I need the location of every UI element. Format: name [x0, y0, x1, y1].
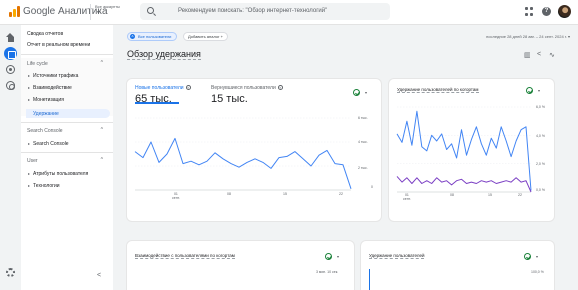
reports-icon[interactable] — [4, 47, 17, 60]
insights-icon[interactable]: ∿ — [549, 51, 555, 59]
search-bar[interactable]: Рекомендуем поискать: "Обзор интернет-те… — [140, 3, 390, 20]
x-tick-label: 15 — [488, 193, 492, 197]
new-users-line-chart[interactable] — [134, 117, 352, 191]
info-icon[interactable]: ? — [277, 85, 283, 91]
sidebar-item-retention-label[interactable]: Удержание — [33, 111, 59, 117]
returning-users-value: 15 тыс. — [211, 93, 248, 105]
y-tick-label: 4 тыс. — [358, 140, 368, 144]
date-range-picker[interactable]: последние 28 дней 28 авг. – 24 сент. 202… — [486, 34, 570, 39]
y-tick-label: 3 мин. 10 сек. — [316, 270, 339, 274]
main-content: A Все пользователи Добавить аналог + посл… — [113, 25, 578, 290]
report-icon[interactable]: ▥ — [524, 51, 531, 59]
info-icon[interactable]: ? — [185, 85, 191, 91]
x-tick-label: 22 — [518, 193, 522, 197]
check-circle-icon[interactable] — [524, 253, 531, 260]
sidebar-item-search-console[interactable]: Search Console — [28, 141, 69, 147]
check-circle-icon[interactable] — [353, 89, 360, 96]
sidebar-item-reports-snapshot[interactable]: Сводка отчетов — [27, 31, 63, 37]
sidebar-item-realtime[interactable]: Отчет в реальном времени — [27, 42, 90, 48]
tab-returning-users-label: Вернувшиеся пользователи — [211, 85, 276, 91]
check-circle-icon[interactable] — [325, 253, 332, 260]
sidebar-item-engagement[interactable]: Взаимодействие — [28, 85, 72, 91]
sidebar-item-monetization[interactable]: Монетизация — [28, 97, 64, 103]
x-tick-month: сент. — [403, 197, 411, 201]
section-header-user[interactable]: User — [27, 158, 38, 164]
x-tick-label: 15 — [283, 192, 287, 196]
new-users-value: 65 тыс. — [135, 93, 172, 105]
y-tick-label: 0,0 % — [536, 188, 545, 192]
section-header-lifecycle[interactable]: Life cycle — [27, 61, 48, 67]
divider — [90, 4, 91, 20]
y-tick-label: 100,0 % — [531, 270, 544, 274]
comparison-chip-label: Все пользователи — [138, 34, 172, 39]
check-circle-icon[interactable] — [526, 87, 533, 94]
search-icon — [147, 7, 154, 14]
chevron-up-icon[interactable]: ^ — [101, 127, 103, 133]
card-user-retention — [361, 241, 554, 290]
y-tick-label: 6,0 % — [536, 105, 545, 109]
card-engagement-cohort — [127, 241, 354, 290]
series-line-1[interactable] — [396, 176, 532, 193]
share-icon[interactable]: < — [537, 51, 541, 58]
sidebar-item-user-attributes[interactable]: Атрибуты пользователя — [28, 171, 88, 177]
cohort-retention-line-chart[interactable] — [396, 106, 532, 193]
series-line-0[interactable] — [134, 137, 352, 189]
y-tick-label: 0 — [371, 185, 373, 189]
avatar[interactable] — [558, 5, 571, 18]
divider — [21, 152, 113, 153]
reports-sidebar: Сводка отчетов Отчет в реальном времени … — [21, 25, 113, 290]
y-tick-label: 6 тыс. — [358, 116, 368, 120]
y-tick-label: 4,0 % — [536, 134, 545, 138]
sidebar-item-tech[interactable]: Технологии — [28, 183, 60, 189]
page-title: Обзор удержания — [127, 49, 201, 60]
y-tick-label: 2 тыс. — [358, 166, 368, 170]
x-tick-label: 22 — [339, 192, 343, 196]
tab-new-users-label: Новые пользователи — [135, 85, 184, 91]
caret-down-icon[interactable]: ▼ — [96, 10, 101, 16]
account-selector-label[interactable]: Все аккаунты — [95, 4, 120, 9]
x-tick-label: 08 — [227, 192, 231, 196]
analytics-logo-icon[interactable] — [9, 6, 20, 17]
comparison-chip[interactable]: A Все пользователи — [127, 32, 178, 41]
advertising-icon[interactable] — [6, 81, 15, 90]
sidebar-item-traffic-sources[interactable]: Источники трафика — [28, 73, 78, 79]
dropdown-caret[interactable]: ▾ — [365, 90, 367, 95]
x-tick-label: 01 сент. — [172, 192, 180, 200]
dropdown-caret[interactable]: ▾ — [337, 254, 339, 259]
dropdown-caret[interactable]: ▾ — [538, 88, 540, 93]
search-placeholder[interactable]: Рекомендуем поискать: "Обзор интернет-те… — [178, 8, 327, 14]
tab-returning-users[interactable]: Вернувшиеся пользователи? — [211, 85, 283, 91]
segment-badge-icon: A — [130, 34, 135, 40]
settings-gear-icon[interactable] — [6, 268, 15, 277]
add-comparison-button[interactable]: Добавить аналог + — [183, 32, 228, 41]
section-header-search-console[interactable]: Search Console — [27, 128, 63, 134]
dropdown-caret[interactable]: ▾ — [536, 254, 538, 259]
card-title[interactable]: Взаимодействие с пользователями по когор… — [135, 253, 235, 259]
help-icon[interactable]: ? — [542, 7, 551, 16]
nav-rail — [0, 25, 21, 290]
card-title[interactable]: Удержание пользователей — [369, 253, 425, 259]
chevron-up-icon[interactable]: ^ — [101, 157, 103, 163]
retention-axis-line — [369, 269, 370, 290]
top-bar: Google Аналитика Все аккаунты ▼ Рекоменд… — [0, 0, 578, 25]
x-tick-month: сент. — [172, 196, 180, 200]
divider — [21, 54, 113, 55]
x-tick-label: 08 — [450, 193, 454, 197]
divider — [21, 122, 113, 123]
home-icon[interactable] — [6, 33, 15, 42]
card-title[interactable]: Удержание пользователей по когортам — [397, 87, 479, 93]
x-tick-label: 01 сент. — [403, 193, 411, 201]
chevron-up-icon[interactable]: ^ — [101, 60, 103, 66]
apps-grid-icon[interactable] — [525, 7, 534, 16]
collapse-sidebar-chevron-left-icon[interactable]: < — [97, 272, 101, 279]
tab-new-users[interactable]: Новые пользователи? — [135, 85, 191, 91]
y-tick-label: 2,0 % — [536, 162, 545, 166]
explore-icon[interactable] — [6, 65, 15, 74]
